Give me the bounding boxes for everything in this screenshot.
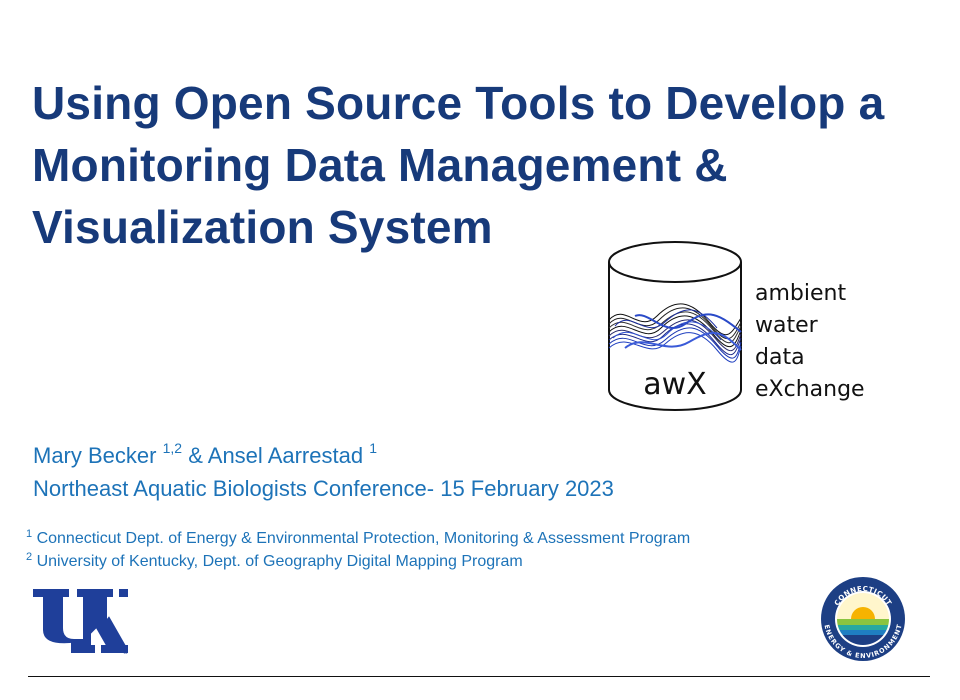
awx-line-1: ambient (755, 281, 847, 306)
affiliation-2-text: University of Kentucky, Dept. of Geograp… (36, 553, 523, 570)
footer-divider (28, 676, 930, 677)
conference-line: Northeast Aquatic Biologists Conference-… (33, 476, 614, 501)
author-1-affiliation: 1,2 (162, 440, 183, 456)
ct-energy-environment-logo: CONNECTICUT ENERGY & ENVIRONMENT (821, 577, 905, 661)
awx-database-logo: awX (608, 241, 742, 411)
slide-title: Using Open Source Tools to Develop a Mon… (32, 72, 932, 258)
affiliation-1-marker: 1 (26, 528, 33, 540)
affiliation-2: 2 University of Kentucky, Dept. of Geogr… (26, 551, 523, 573)
awx-drum-label: awX (643, 367, 706, 402)
affiliation-2-marker: 2 (26, 551, 33, 563)
awx-expansion-text: ambient water data eXchange (755, 278, 865, 406)
authors-line: Mary Becker 1,2 & Ansel Aarrestad 1 (33, 438, 377, 474)
awx-line-4: eXchange (755, 377, 865, 402)
affiliation-1-text: Connecticut Dept. of Energy & Environmen… (36, 530, 691, 547)
title-line-2: Monitoring Data Management & (32, 139, 728, 191)
author-2-name: Ansel Aarrestad (207, 443, 364, 468)
author-2-affiliation: 1 (369, 440, 377, 456)
author-joiner: & (182, 443, 208, 468)
wave-lines-graphic (608, 303, 742, 363)
awx-line-2: water (755, 313, 818, 338)
affiliation-1: 1 Connecticut Dept. of Energy & Environm… (26, 528, 690, 550)
title-line-3: Visualization System (32, 201, 493, 253)
awx-line-3: data (755, 345, 805, 370)
author-1-name: Mary Becker (33, 443, 157, 468)
title-line-1: Using Open Source Tools to Develop a (32, 77, 885, 129)
university-of-kentucky-logo: ® (31, 587, 130, 656)
svg-text:®: ® (122, 648, 129, 656)
